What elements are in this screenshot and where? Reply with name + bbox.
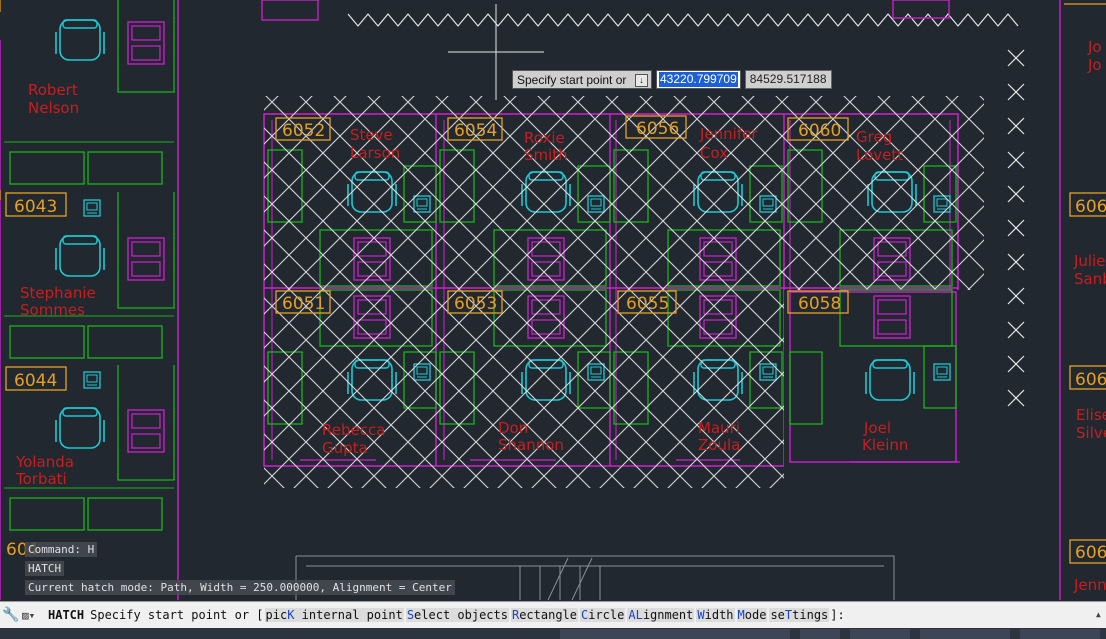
command-suffix: ]: [830, 608, 845, 622]
occupant-first-name: Julie [1073, 252, 1106, 270]
occupant-first-name: Robert [28, 81, 78, 99]
occupant-last-name: Sommes [20, 301, 85, 319]
room-number: 6051 [282, 294, 325, 314]
history-line: Command: H [25, 542, 98, 557]
y-coordinate-value: 84529.517188 [749, 72, 827, 86]
occupant-last-name: Zoula [698, 436, 740, 454]
recent-commands-icon[interactable]: ▨▾ [22, 609, 48, 622]
dynamic-input-tooltip: Specify start point or ↓ 43220.799709 84… [512, 69, 832, 90]
option-alignment[interactable]: ALignment [627, 608, 695, 622]
option-pick-internal-point[interactable]: picK internal point [264, 608, 404, 622]
occupant-first-name: Rebecca [322, 421, 385, 439]
option-width[interactable]: Width [696, 608, 735, 622]
occupant-first-name: Jennifer [699, 125, 758, 143]
option-rectangle[interactable]: Rectangle [510, 608, 578, 622]
option-select-objects[interactable]: Select objects [405, 608, 509, 622]
occupant-first-name: Yolanda [15, 453, 74, 471]
occupant-first-name: Mauri [698, 419, 740, 437]
occupant-first-name: Steve [350, 126, 393, 144]
room-number: 606 [1075, 197, 1106, 217]
x-coordinate-value: 43220.799709 [659, 72, 738, 87]
status-segment[interactable] [1020, 629, 1100, 639]
occupant-last-name: Larson [350, 144, 400, 162]
occupant-last-name: Lovett [856, 146, 903, 164]
y-coordinate-input[interactable]: 84529.517188 [744, 70, 832, 89]
hatch-zigzag-top [347, 13, 1019, 27]
status-segment[interactable] [800, 629, 840, 639]
occupant-last-name: Shannon [498, 436, 564, 454]
room-number: 6055 [626, 294, 669, 314]
room-number: 606 [1075, 543, 1106, 563]
right-offices [1059, 0, 1106, 600]
option-settings[interactable]: seTtings [769, 608, 830, 622]
room-number: 6058 [798, 294, 841, 314]
room-number: 6044 [14, 371, 57, 391]
room-number: 6060 [798, 121, 841, 141]
option-mode[interactable]: Mode [736, 608, 768, 622]
x-coordinate-input[interactable]: 43220.799709 [656, 70, 741, 89]
room-number: 6056 [636, 119, 679, 139]
right-labels: 606 606 606 Jo Jo Julie Sanb Elise Silve… [1069, 38, 1106, 594]
status-segment[interactable] [850, 629, 910, 639]
occupant-first-name: Roxie [524, 129, 565, 147]
option-circle[interactable]: Circle [580, 608, 626, 622]
command-prompt: Specify start point or [ [90, 608, 264, 622]
occupant-last-name: Cox [700, 144, 728, 162]
options-dropdown-icon[interactable]: ↓ [635, 74, 648, 87]
hatch-right-edge [1007, 49, 1025, 407]
status-bar [0, 628, 1106, 639]
occupant-first-name: Jo [1087, 38, 1102, 56]
command-name: HATCH [48, 608, 85, 622]
room-number: 606 [1075, 370, 1106, 390]
room-number: 6053 [454, 294, 497, 314]
occupant-last-name: Kleinn [862, 436, 908, 454]
status-segment[interactable] [560, 629, 790, 639]
occupant-first-name: Elise [1076, 406, 1106, 424]
occupant-last-name: Sanb [1074, 270, 1106, 288]
occupant-last-name: Jo [1087, 56, 1102, 74]
occupant-last-name: Nelson [28, 99, 79, 117]
occupant-first-name: Greg [856, 128, 892, 146]
status-segment[interactable] [920, 629, 1010, 639]
occupant-last-name: Torbati [15, 470, 67, 488]
command-line-scroll-icon[interactable]: ▴ [1095, 607, 1102, 621]
customize-wrench-icon[interactable]: 🔧 [0, 607, 22, 623]
command-history: Command: H HATCH Current hatch mode: Pat… [25, 542, 455, 599]
occupant-first-name: Don [498, 419, 528, 437]
room-number: 6052 [282, 121, 325, 141]
occupant-last-name: Smith [524, 146, 568, 164]
history-line: HATCH [25, 561, 65, 576]
occupant-last-name: Silve [1076, 424, 1106, 442]
dynamic-input-prompt[interactable]: Specify start point or ↓ [512, 70, 652, 89]
room-number: 6054 [454, 121, 497, 141]
room-number: 6043 [14, 197, 57, 217]
command-line[interactable]: 🔧 ▨▾ HATCH Specify start point or [ picK… [0, 601, 1106, 628]
occupant-first-name: Stephanie [20, 284, 96, 302]
occupant-first-name: Jenn [1073, 576, 1106, 594]
history-line: Current hatch mode: Path, Width = 250.00… [25, 580, 455, 595]
occupant-last-name: Gupta [322, 439, 368, 457]
dynamic-input-prompt-text: Specify start point or [517, 73, 627, 87]
occupant-first-name: Joel [863, 419, 891, 437]
